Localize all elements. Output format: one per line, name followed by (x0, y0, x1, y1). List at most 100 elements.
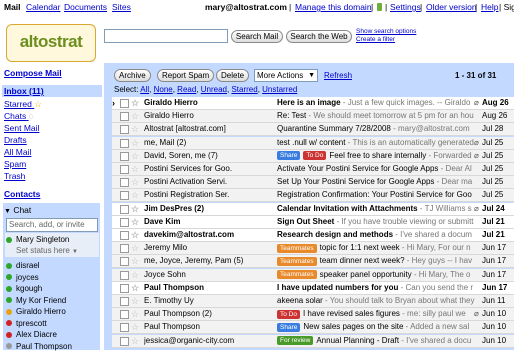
row-checkbox[interactable] (120, 336, 129, 346)
nav-calendar[interactable]: Calendar (26, 2, 61, 12)
select-unstarred-link[interactable]: Unstarred (262, 85, 297, 94)
select-read-link[interactable]: Read (177, 85, 196, 94)
row-checkbox[interactable] (120, 283, 129, 293)
contacts-link[interactable]: Contacts (4, 189, 40, 199)
chat-contact[interactable]: tprescott (6, 319, 47, 328)
set-status-dropdown[interactable]: Set status here ▼ (16, 246, 78, 255)
row-checkbox[interactable] (120, 191, 129, 201)
star-icon[interactable]: ☆ (131, 123, 139, 135)
email-row[interactable]: ☆ Joyce Sohn Teammates speaker panel opport… (112, 268, 514, 282)
email-row[interactable]: › ☆ Giraldo Hierro Here is an image - Just … (112, 97, 514, 110)
compose-mail-link[interactable]: Compose Mail (4, 68, 62, 78)
manage-domain-link[interactable]: Manage this domain (295, 2, 372, 12)
chat-contact[interactable]: Giraldo Hierro (6, 307, 66, 316)
help-link[interactable]: Help (481, 2, 498, 12)
email-label-badge[interactable]: Teammates (277, 270, 317, 280)
chat-contact[interactable]: joyces (6, 273, 39, 282)
sidebar-item-trash[interactable]: Trash (4, 171, 25, 181)
row-checkbox[interactable] (120, 310, 129, 320)
sidebar-item-chats[interactable]: Chats ◌ (4, 111, 34, 121)
nav-mail[interactable]: Mail (4, 2, 21, 12)
row-checkbox[interactable] (120, 99, 129, 108)
email-row[interactable]: ☆ E. Timothy Uy akeena solar - You should … (112, 295, 514, 308)
email-row[interactable]: ☆ me, Joyce, Jeremy, Pam (5) Teammates team… (112, 255, 514, 269)
more-actions-select[interactable]: More Actions ▼ (254, 69, 318, 82)
row-checkbox[interactable] (120, 204, 129, 214)
row-checkbox[interactable] (120, 178, 129, 188)
email-label-badge[interactable]: Teammates (277, 256, 317, 266)
star-icon[interactable]: ☆ (131, 269, 139, 281)
star-icon[interactable]: ☆ (131, 321, 139, 333)
row-checkbox[interactable] (120, 323, 129, 333)
email-row[interactable]: ☆ Dave Kim Sign Out Sheet - If you have tr… (112, 215, 514, 229)
star-icon[interactable]: ☆ (131, 242, 139, 254)
settings-link[interactable]: Settings (390, 2, 421, 12)
chat-contact[interactable]: Alex Diacre (6, 330, 57, 339)
email-label-badge[interactable]: Share (277, 151, 301, 161)
email-label-badge[interactable]: Share (277, 322, 301, 332)
chat-contact[interactable]: kgough (6, 284, 42, 293)
sidebar-item-sent[interactable]: Sent Mail (4, 123, 39, 133)
chat-header[interactable]: ▼ Chat (4, 205, 31, 215)
row-checkbox[interactable] (120, 244, 129, 254)
email-row[interactable]: ☆ Postini Activation Servi. Set Up Your Po… (112, 176, 514, 190)
email-row[interactable]: ☆ David, Soren, me (7) Share To Do Feel free… (112, 149, 514, 163)
show-search-options-link[interactable]: Show search options (356, 28, 416, 35)
search-web-button[interactable]: Search the Web (286, 30, 352, 43)
star-icon[interactable]: ☆ (131, 308, 139, 320)
report-spam-button[interactable]: Report Spam (157, 69, 215, 82)
nav-documents[interactable]: Documents (64, 2, 107, 12)
email-label-badge[interactable]: Teammates (277, 243, 317, 253)
sidebar-item-inbox[interactable]: Inbox (11) (4, 86, 44, 96)
delete-button[interactable]: Delete (216, 69, 250, 82)
email-row[interactable]: ☆ me, Mail (2) test .null w/ content - Thi… (112, 136, 514, 150)
sidebar-item-drafts[interactable]: Drafts (4, 135, 27, 145)
email-row[interactable]: ☆ Postini Services for Goo. Activate Your … (112, 163, 514, 176)
star-icon[interactable]: ☆ (131, 176, 139, 188)
star-icon[interactable]: ☆ (131, 229, 139, 241)
altostrat-logo[interactable]: altostrat (6, 24, 96, 62)
email-row[interactable]: ☆ Postini Registration Ser. Registration C… (112, 189, 514, 203)
row-checkbox[interactable] (120, 125, 129, 135)
star-icon[interactable]: ☆ (131, 335, 139, 347)
row-checkbox[interactable] (120, 270, 129, 280)
row-checkbox[interactable] (120, 165, 129, 174)
select-starred-link[interactable]: Starred (231, 85, 257, 94)
sidebar-item-spam[interactable]: Spam (4, 159, 26, 169)
star-icon[interactable]: ☆ (131, 203, 139, 215)
archive-button[interactable]: Archive (114, 69, 151, 82)
star-icon[interactable]: ☆ (131, 255, 139, 267)
older-version-link[interactable]: Older version (426, 2, 477, 12)
email-row[interactable]: ☆ Altostrat [altostrat.com] Quarantine Sum… (112, 123, 514, 137)
email-row[interactable]: ☆ jessica@organic-city.com For review Annua… (112, 334, 514, 348)
row-checkbox[interactable] (120, 231, 129, 240)
row-checkbox[interactable] (120, 297, 129, 306)
chat-contact[interactable]: Paul Thompson (6, 342, 72, 351)
star-icon[interactable]: ☆ (131, 216, 139, 228)
star-icon[interactable]: ☆ (131, 97, 139, 109)
row-checkbox[interactable] (120, 112, 129, 122)
search-mail-button[interactable]: Search Mail (231, 30, 283, 43)
email-row[interactable]: ☆ Paul Thompson Share New sales pages on th… (112, 321, 514, 335)
select-unread-link[interactable]: Unread (201, 85, 227, 94)
row-checkbox[interactable] (120, 138, 129, 148)
search-input[interactable] (104, 29, 228, 43)
nav-sites[interactable]: Sites (112, 2, 131, 12)
star-icon[interactable]: ☆ (131, 163, 139, 175)
row-checkbox[interactable] (120, 217, 129, 227)
chat-search-input[interactable]: Search, add, or invite (6, 218, 98, 232)
star-icon[interactable]: ☆ (131, 137, 139, 149)
email-label-badge[interactable]: To Do (277, 309, 300, 319)
email-row[interactable]: ☆ Paul Thompson I have updated numbers for… (112, 281, 514, 295)
select-none-link[interactable]: None (154, 85, 173, 94)
refresh-link[interactable]: Refresh (324, 71, 352, 80)
create-filter-link[interactable]: Create a filter (356, 36, 395, 43)
email-row[interactable]: ☆ Jim DesPres (2) Calendar Invitation with… (112, 202, 514, 216)
email-row[interactable]: ☆ Jeremy Milo Teammates topic for 1:1 next … (112, 242, 514, 256)
star-icon[interactable]: ☆ (131, 110, 139, 122)
star-icon[interactable]: ☆ (131, 189, 139, 201)
sign-out-link[interactable]: | Sign o (499, 2, 514, 12)
email-row[interactable]: ☆ Giraldo Hierro Re: Test - We should meet… (112, 110, 514, 124)
chat-contact[interactable]: My Kor Friend (6, 296, 66, 305)
sidebar-item-starred[interactable]: Starred ☆ (4, 99, 42, 110)
